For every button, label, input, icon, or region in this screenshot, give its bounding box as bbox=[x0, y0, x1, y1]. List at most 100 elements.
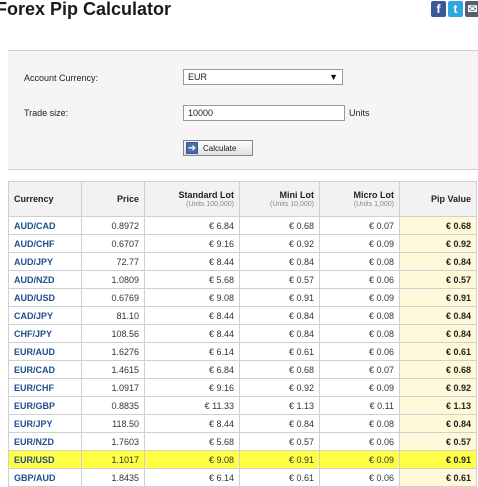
standard-lot-cell: € 9.08 bbox=[144, 450, 240, 469]
pip-value-cell: € 0.68 bbox=[399, 360, 477, 379]
email-icon[interactable]: ✉ bbox=[465, 1, 478, 17]
table-row: EUR/GBP 0.8835 € 11.33 € 1.13 € 0.11 € 1.13 bbox=[8, 396, 477, 415]
currency-pair-link[interactable]: EUR/GBP bbox=[8, 396, 82, 415]
standard-lot-cell: € 8.44 bbox=[144, 414, 240, 433]
share-buttons: f t ✉ bbox=[431, 1, 478, 17]
trade-size-label: Trade size: bbox=[24, 108, 69, 118]
pip-value-cell: € 0.91 bbox=[399, 288, 477, 307]
table-row: AUD/NZD 1.0809 € 5.68 € 0.57 € 0.06 € 0.57 bbox=[8, 270, 477, 289]
pip-value-cell: € 0.91 bbox=[399, 450, 477, 469]
account-currency-value: EUR bbox=[188, 72, 208, 82]
table-row: EUR/JPY 118.50 € 8.44 € 0.84 € 0.08 € 0.84 bbox=[8, 414, 477, 433]
mini-lot-cell: € 0.84 bbox=[239, 414, 320, 433]
pip-value-cell: € 1.13 bbox=[399, 396, 477, 415]
micro-lot-cell: € 0.07 bbox=[319, 216, 400, 235]
micro-lot-cell: € 0.08 bbox=[319, 306, 400, 325]
pip-value-cell: € 0.61 bbox=[399, 342, 477, 361]
micro-lot-cell: € 0.09 bbox=[319, 234, 400, 253]
price-cell: 118.50 bbox=[81, 414, 145, 433]
currency-pair-link[interactable]: AUD/JPY bbox=[8, 252, 82, 271]
twitter-icon[interactable]: t bbox=[448, 1, 463, 17]
pip-value-cell: € 0.84 bbox=[399, 252, 477, 271]
units-label: Units bbox=[349, 108, 370, 118]
pip-value-cell: € 0.84 bbox=[399, 324, 477, 343]
micro-lot-cell: € 0.06 bbox=[319, 342, 400, 361]
header-standard-lot: Standard Lot (Units 100,000) bbox=[144, 181, 240, 217]
dropdown-arrow-icon: ▼ bbox=[329, 72, 338, 82]
table-row: AUD/CAD 0.8972 € 6.84 € 0.68 € 0.07 € 0.68 bbox=[8, 216, 477, 235]
page-title: Forex Pip Calculator bbox=[0, 0, 172, 19]
currency-pair-link[interactable]: EUR/NZD bbox=[8, 432, 82, 451]
mini-lot-cell: € 0.68 bbox=[239, 360, 320, 379]
currency-pair-link[interactable]: EUR/AUD bbox=[8, 342, 82, 361]
currency-pair-link[interactable]: CAD/JPY bbox=[8, 306, 82, 325]
price-cell: 81.10 bbox=[81, 306, 145, 325]
mini-lot-cell: € 1.13 bbox=[239, 396, 320, 415]
standard-lot-cell: € 8.44 bbox=[144, 252, 240, 271]
micro-lot-cell: € 0.08 bbox=[319, 252, 400, 271]
pip-value-table: Currency Price Standard Lot (Units 100,00… bbox=[8, 181, 477, 487]
currency-pair-link[interactable]: AUD/NZD bbox=[8, 270, 82, 289]
trade-size-input[interactable]: 10000 bbox=[183, 105, 345, 121]
pip-value-cell: € 0.68 bbox=[399, 216, 477, 235]
standard-lot-cell: € 9.16 bbox=[144, 378, 240, 397]
mini-lot-cell: € 0.61 bbox=[239, 342, 320, 361]
standard-lot-cell: € 11.33 bbox=[144, 396, 240, 415]
table-row: AUD/JPY 72.77 € 8.44 € 0.84 € 0.08 € 0.84 bbox=[8, 252, 477, 271]
header-currency: Currency bbox=[8, 181, 82, 217]
standard-lot-cell: € 8.44 bbox=[144, 306, 240, 325]
standard-lot-cell: € 8.44 bbox=[144, 324, 240, 343]
mini-lot-cell: € 0.84 bbox=[239, 252, 320, 271]
table-row: EUR/CAD 1.4615 € 6.84 € 0.68 € 0.07 € 0.68 bbox=[8, 360, 477, 379]
currency-pair-link[interactable]: AUD/CAD bbox=[8, 216, 82, 235]
price-cell: 1.0809 bbox=[81, 270, 145, 289]
header-price: Price bbox=[81, 181, 145, 217]
table-row: CAD/JPY 81.10 € 8.44 € 0.84 € 0.08 € 0.84 bbox=[8, 306, 477, 325]
calculate-button-label: Calculate bbox=[203, 143, 237, 153]
micro-lot-cell: € 0.08 bbox=[319, 324, 400, 343]
header-mini-lot: Mini Lot (Units 10,000) bbox=[239, 181, 320, 217]
mini-lot-cell: € 0.91 bbox=[239, 450, 320, 469]
price-cell: 1.1017 bbox=[81, 450, 145, 469]
standard-lot-cell: € 9.16 bbox=[144, 234, 240, 253]
standard-lot-cell: € 5.68 bbox=[144, 432, 240, 451]
header-pip-value: Pip Value bbox=[399, 181, 477, 217]
calculator-form: Account Currency: EUR ▼ Trade size: 1000… bbox=[8, 50, 478, 170]
standard-lot-cell: € 6.14 bbox=[144, 342, 240, 361]
table-row: EUR/CHF 1.0917 € 9.16 € 0.92 € 0.09 € 0.92 bbox=[8, 378, 477, 397]
price-cell: 72.77 bbox=[81, 252, 145, 271]
price-cell: 0.6707 bbox=[81, 234, 145, 253]
currency-pair-link[interactable]: EUR/CHF bbox=[8, 378, 82, 397]
micro-lot-cell: € 0.08 bbox=[319, 414, 400, 433]
calculate-button[interactable]: ➜ Calculate bbox=[183, 140, 253, 156]
currency-pair-link[interactable]: EUR/USD bbox=[8, 450, 82, 469]
micro-lot-cell: € 0.09 bbox=[319, 288, 400, 307]
price-cell: 0.8972 bbox=[81, 216, 145, 235]
currency-pair-link[interactable]: EUR/CAD bbox=[8, 360, 82, 379]
pip-value-cell: € 0.84 bbox=[399, 306, 477, 325]
price-cell: 0.8835 bbox=[81, 396, 145, 415]
price-cell: 1.0917 bbox=[81, 378, 145, 397]
pip-value-cell: € 0.57 bbox=[399, 270, 477, 289]
currency-pair-link[interactable]: AUD/USD bbox=[8, 288, 82, 307]
mini-lot-cell: € 0.68 bbox=[239, 216, 320, 235]
mini-lot-cell: € 0.57 bbox=[239, 432, 320, 451]
table-row: CHF/JPY 108.56 € 8.44 € 0.84 € 0.08 € 0.84 bbox=[8, 324, 477, 343]
standard-lot-cell: € 9.08 bbox=[144, 288, 240, 307]
pip-value-cell: € 0.92 bbox=[399, 378, 477, 397]
currency-pair-link[interactable]: AUD/CHF bbox=[8, 234, 82, 253]
micro-lot-cell: € 0.07 bbox=[319, 360, 400, 379]
pip-value-cell: € 0.92 bbox=[399, 234, 477, 253]
account-currency-select[interactable]: EUR ▼ bbox=[183, 69, 343, 85]
table-row: EUR/NZD 1.7603 € 5.68 € 0.57 € 0.06 € 0.57 bbox=[8, 432, 477, 451]
currency-pair-link[interactable]: EUR/JPY bbox=[8, 414, 82, 433]
standard-lot-cell: € 6.84 bbox=[144, 216, 240, 235]
table-header-row: Currency Price Standard Lot (Units 100,00… bbox=[8, 181, 477, 217]
facebook-icon[interactable]: f bbox=[431, 1, 446, 17]
mini-lot-cell: € 0.91 bbox=[239, 288, 320, 307]
price-cell: 1.4615 bbox=[81, 360, 145, 379]
mini-lot-cell: € 0.84 bbox=[239, 324, 320, 343]
micro-lot-cell: € 0.11 bbox=[319, 396, 400, 415]
table-row: EUR/USD 1.1017 € 9.08 € 0.91 € 0.09 € 0.91 bbox=[8, 450, 477, 469]
currency-pair-link[interactable]: CHF/JPY bbox=[8, 324, 82, 343]
